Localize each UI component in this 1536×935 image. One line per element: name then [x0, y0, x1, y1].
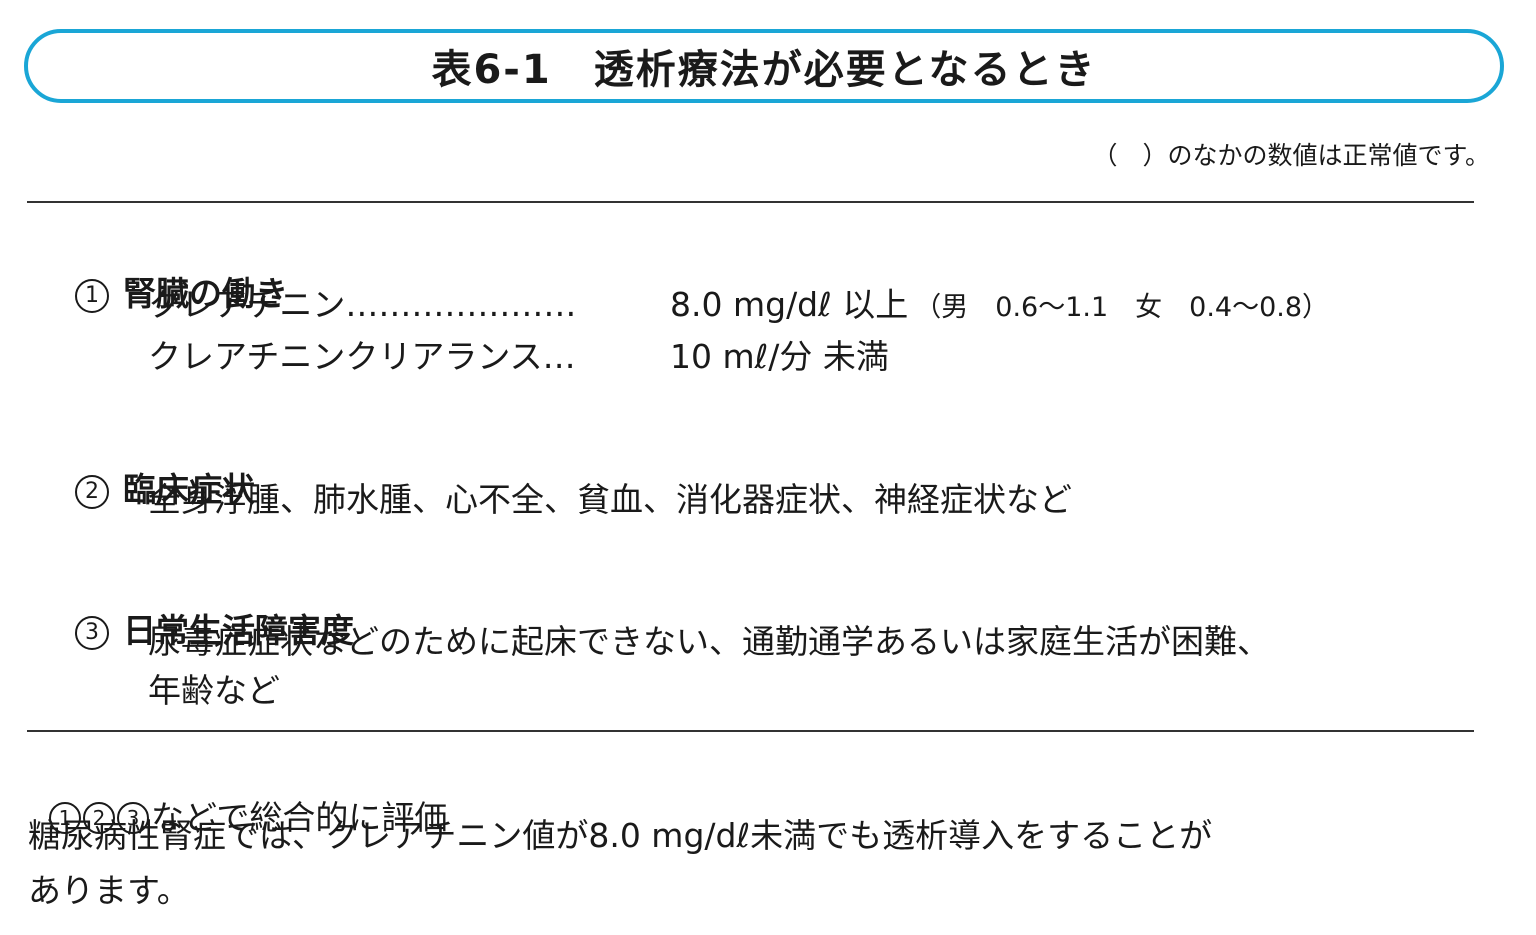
bottom-divider: [27, 730, 1474, 732]
table-title: 表6-1 透析療法が必要となるとき: [431, 47, 1097, 93]
creatinine-normal-range: （男 0.6〜1.1 女 0.4〜0.8）: [914, 292, 1330, 323]
top-divider: [27, 201, 1474, 203]
section-2-number: 2: [74, 475, 109, 509]
creatinine-value: 8.0 mg/dℓ 以上: [670, 285, 909, 324]
footer-line-2: 糖尿病性腎症では、クレアチニン値が8.0 mg/dℓ未満でも透析導入をすることが: [28, 816, 1213, 855]
footer-line-3: あります。: [28, 871, 190, 910]
clearance-row: クレアチニンクリアランス… 10 mℓ/分 未満: [148, 330, 889, 378]
creatinine-label: クレアチニン…………………: [148, 285, 577, 324]
clearance-label: クレアチニンクリアランス…: [148, 337, 576, 376]
daily-life-text-line-1: 尿毒症症状などのために起床できない、通勤通学あるいは家庭生活が困難、: [148, 622, 1270, 661]
clearance-value: 10 mℓ/分 未満: [670, 337, 889, 376]
clinical-symptoms-text: 全身浮腫、肺水腫、心不全、貧血、消化器症状、神経症状など: [148, 480, 1072, 519]
normal-value-note: （ ）のなかの数値は正常値です。: [1092, 141, 1490, 170]
creatinine-row: クレアチニン………………… 8.0 mg/dℓ 以上 （男 0.6〜1.1 女 …: [148, 278, 1329, 326]
daily-life-text-line-2: 年齢など: [148, 671, 280, 710]
title-box: 表6-1 透析療法が必要となるとき: [24, 29, 1504, 103]
section-3-number: 3: [74, 616, 109, 650]
section-1-number: 1: [74, 279, 109, 313]
